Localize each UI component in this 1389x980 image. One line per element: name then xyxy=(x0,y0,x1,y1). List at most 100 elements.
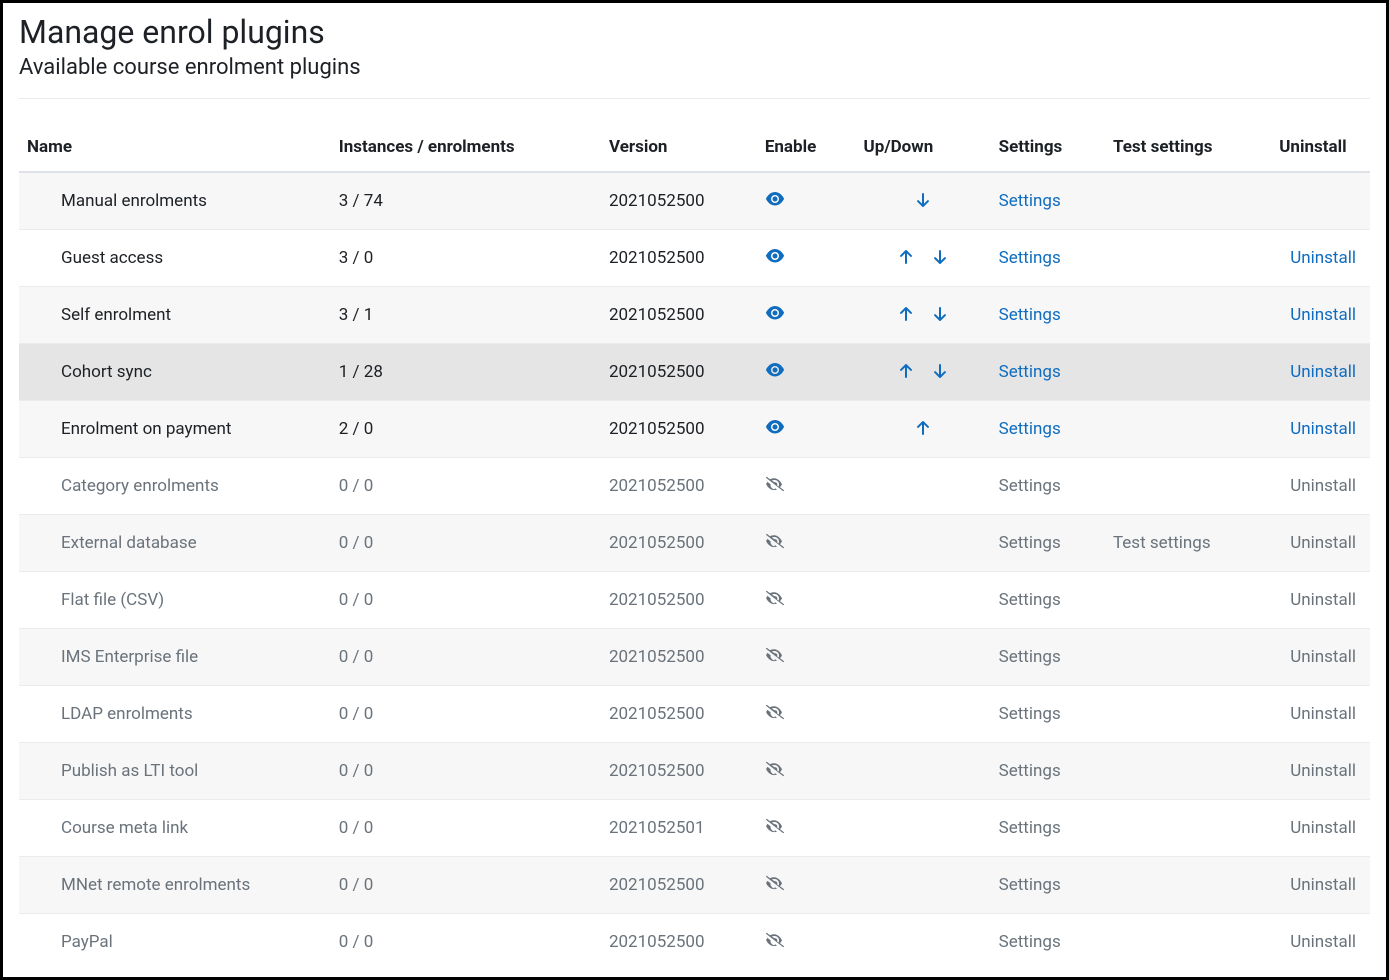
uninstall-link[interactable]: Uninstall xyxy=(1290,761,1356,781)
arrow-up-icon[interactable] xyxy=(896,304,916,324)
table-row: Publish as LTI tool0 / 02021052500 Settin… xyxy=(19,743,1370,800)
table-row: IMS Enterprise file0 / 02021052500 Settin… xyxy=(19,629,1370,686)
eye-icon[interactable] xyxy=(765,360,785,380)
plugin-instances: 3 / 0 xyxy=(331,230,601,287)
plugin-version: 2021052500 xyxy=(601,287,757,344)
plugin-version: 2021052500 xyxy=(601,572,757,629)
eye-icon[interactable] xyxy=(765,417,785,437)
col-header-name: Name xyxy=(19,123,331,172)
plugin-name: MNet remote enrolments xyxy=(19,857,331,914)
arrow-up-icon[interactable] xyxy=(896,361,916,381)
plugin-instances: 0 / 0 xyxy=(331,572,601,629)
settings-link[interactable]: Settings xyxy=(999,704,1061,724)
plugin-version: 2021052500 xyxy=(601,172,757,230)
plugin-version: 2021052500 xyxy=(601,743,757,800)
col-header-enable: Enable xyxy=(757,123,856,172)
plugin-name: Guest access xyxy=(19,230,331,287)
plugin-name: Course meta link xyxy=(19,800,331,857)
arrow-up-icon[interactable] xyxy=(896,247,916,267)
col-header-test: Test settings xyxy=(1105,123,1271,172)
table-row: Cohort sync1 / 282021052500SettingsUnins… xyxy=(19,344,1370,401)
table-row: Course meta link0 / 02021052501 Settings U… xyxy=(19,800,1370,857)
uninstall-link[interactable]: Uninstall xyxy=(1290,362,1356,382)
settings-link[interactable]: Settings xyxy=(999,647,1061,667)
eye-slash-icon[interactable] xyxy=(765,645,785,665)
uninstall-link[interactable]: Uninstall xyxy=(1290,704,1356,724)
plugin-name: Flat file (CSV) xyxy=(19,572,331,629)
plugin-name: Self enrolment xyxy=(19,287,331,344)
plugin-version: 2021052501 xyxy=(601,800,757,857)
plugin-name: Publish as LTI tool xyxy=(19,743,331,800)
eye-slash-icon[interactable] xyxy=(765,474,785,494)
plugin-version: 2021052500 xyxy=(601,515,757,572)
plugin-version: 2021052500 xyxy=(601,629,757,686)
plugin-instances: 0 / 0 xyxy=(331,857,601,914)
table-row: Self enrolment3 / 12021052500 Settings Uni… xyxy=(19,287,1370,344)
arrow-down-icon[interactable] xyxy=(930,361,950,381)
uninstall-link[interactable]: Uninstall xyxy=(1290,932,1356,952)
plugin-name: Category enrolments xyxy=(19,458,331,515)
uninstall-link[interactable]: Uninstall xyxy=(1290,305,1356,325)
eye-icon[interactable] xyxy=(765,189,785,209)
eye-slash-icon[interactable] xyxy=(765,930,785,950)
arrow-down-icon[interactable] xyxy=(930,304,950,324)
table-header-row: Name Instances / enrolments Version Enab… xyxy=(19,123,1370,172)
plugin-name: IMS Enterprise file xyxy=(19,629,331,686)
table-row: Category enrolments0 / 02021052500Settin… xyxy=(19,458,1370,515)
plugin-instances: 0 / 0 xyxy=(331,914,601,971)
plugin-instances: 0 / 0 xyxy=(331,515,601,572)
plugin-version: 2021052500 xyxy=(601,686,757,743)
uninstall-link[interactable]: Uninstall xyxy=(1290,818,1356,838)
table-row: Flat file (CSV)0 / 02021052500 Settings Un… xyxy=(19,572,1370,629)
settings-link[interactable]: Settings xyxy=(999,476,1061,496)
uninstall-link[interactable]: Uninstall xyxy=(1290,647,1356,667)
eye-icon[interactable] xyxy=(765,246,785,266)
plugin-name: PayPal xyxy=(19,914,331,971)
eye-slash-icon[interactable] xyxy=(765,531,785,551)
plugin-name: External database xyxy=(19,515,331,572)
uninstall-link[interactable]: Uninstall xyxy=(1290,476,1356,496)
page-title: Manage enrol plugins xyxy=(19,13,1370,51)
settings-link[interactable]: Settings xyxy=(999,590,1061,610)
eye-slash-icon[interactable] xyxy=(765,702,785,722)
settings-link[interactable]: Settings xyxy=(999,362,1061,382)
eye-slash-icon[interactable] xyxy=(765,759,785,779)
table-row: Enrolment on payment2 / 02021052500Setti… xyxy=(19,401,1370,458)
table-row: External database0 / 02021052500 Settings… xyxy=(19,515,1370,572)
arrow-up-icon[interactable] xyxy=(913,418,933,438)
plugin-instances: 3 / 1 xyxy=(331,287,601,344)
settings-link[interactable]: Settings xyxy=(999,761,1061,781)
settings-link[interactable]: Settings xyxy=(999,818,1061,838)
arrow-down-icon[interactable] xyxy=(930,247,950,267)
plugin-instances: 0 / 0 xyxy=(331,800,601,857)
test-settings-link[interactable]: Test settings xyxy=(1113,533,1211,553)
divider xyxy=(19,98,1370,99)
uninstall-link[interactable]: Uninstall xyxy=(1290,248,1356,268)
uninstall-link[interactable]: Uninstall xyxy=(1290,875,1356,895)
col-header-instances: Instances / enrolments xyxy=(331,123,601,172)
settings-link[interactable]: Settings xyxy=(999,419,1061,439)
settings-link[interactable]: Settings xyxy=(999,875,1061,895)
eye-slash-icon[interactable] xyxy=(765,816,785,836)
arrow-down-icon[interactable] xyxy=(913,190,933,210)
plugin-version: 2021052500 xyxy=(601,458,757,515)
eye-slash-icon[interactable] xyxy=(765,588,785,608)
settings-link[interactable]: Settings xyxy=(999,305,1061,325)
plugin-name: Manual enrolments xyxy=(19,172,331,230)
plugin-instances: 1 / 28 xyxy=(331,344,601,401)
settings-link[interactable]: Settings xyxy=(999,191,1061,211)
uninstall-link[interactable]: Uninstall xyxy=(1290,533,1356,553)
plugin-name: Cohort sync xyxy=(19,344,331,401)
table-row: MNet remote enrolments0 / 02021052500Set… xyxy=(19,857,1370,914)
plugin-name: Enrolment on payment xyxy=(19,401,331,458)
settings-link[interactable]: Settings xyxy=(999,248,1061,268)
eye-icon[interactable] xyxy=(765,303,785,323)
plugin-instances: 0 / 0 xyxy=(331,629,601,686)
eye-slash-icon[interactable] xyxy=(765,873,785,893)
settings-link[interactable]: Settings xyxy=(999,932,1061,952)
col-header-settings: Settings xyxy=(991,123,1105,172)
uninstall-link[interactable]: Uninstall xyxy=(1290,590,1356,610)
settings-link[interactable]: Settings xyxy=(999,533,1061,553)
plugin-instances: 0 / 0 xyxy=(331,743,601,800)
uninstall-link[interactable]: Uninstall xyxy=(1290,419,1356,439)
